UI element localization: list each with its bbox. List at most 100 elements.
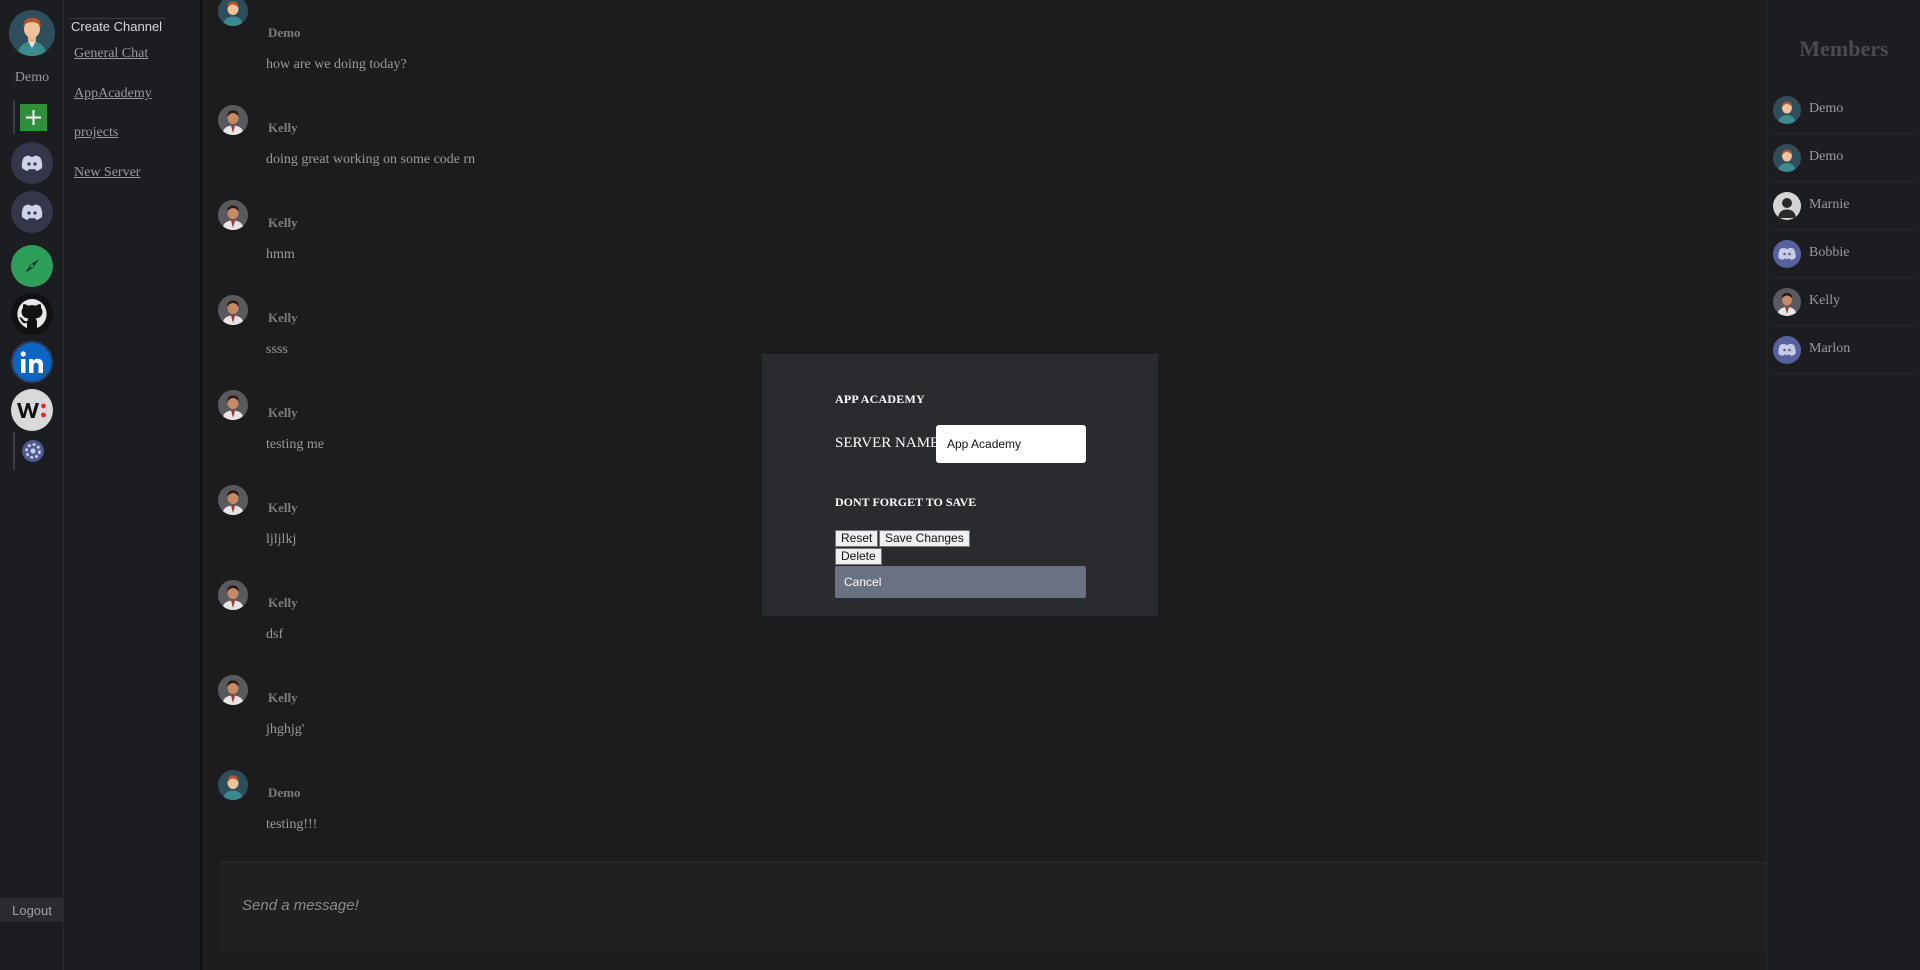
message-author: Demo (268, 25, 301, 40)
user-avatar-icon (9, 10, 55, 56)
avatar-discord-icon (1773, 240, 1801, 268)
message-author: Kelly (268, 215, 298, 230)
message-text: testing!!! (266, 817, 318, 832)
save-reminder: DONT FORGET TO SAVE (835, 495, 977, 509)
message-avatar[interactable] (218, 200, 248, 230)
channel-new-server[interactable]: New Server (74, 165, 140, 181)
member-item[interactable]: Marnie (1773, 184, 1915, 230)
message-avatar[interactable] (218, 485, 248, 515)
message-author: Kelly (268, 595, 298, 610)
message-author: Kelly (268, 120, 298, 135)
avatar-demo-icon (218, 770, 248, 800)
avatar-demo-icon (218, 0, 248, 26)
plus-icon (25, 109, 41, 125)
avatar-kelly-icon (218, 485, 248, 515)
reset-button[interactable]: Reset (835, 530, 879, 547)
add-server-button[interactable] (13, 100, 51, 134)
server-button-discord-2[interactable] (11, 191, 53, 233)
member-avatar (1773, 96, 1801, 124)
message-text: how are we doing today? (266, 57, 407, 72)
user-avatar[interactable] (9, 10, 55, 56)
member-name: Kelly (1809, 293, 1841, 308)
explore-button[interactable] (11, 245, 53, 287)
save-changes-button[interactable]: Save Changes (879, 530, 970, 547)
message-avatar[interactable] (218, 675, 248, 705)
member-name: Demo (1809, 149, 1844, 164)
message-avatar[interactable] (218, 0, 248, 26)
avatar-discord-icon (1773, 336, 1801, 364)
avatar-kelly-icon (218, 295, 248, 325)
avatar-kelly-icon (1773, 288, 1801, 316)
compass-icon (25, 259, 39, 273)
member-item[interactable]: Demo (1773, 88, 1915, 134)
message-text: testing me (266, 437, 324, 452)
wellfound-icon (17, 403, 46, 418)
settings-button[interactable] (13, 432, 51, 470)
message-avatar[interactable] (218, 580, 248, 610)
github-icon (11, 293, 53, 335)
channel-general-chat[interactable]: General Chat (74, 46, 148, 62)
server-rail: Demo Logout (0, 0, 64, 970)
channel-projects[interactable]: projects (74, 125, 118, 141)
member-avatar (1773, 192, 1801, 220)
github-link[interactable] (11, 293, 53, 335)
member-avatar (1773, 288, 1801, 316)
member-name: Demo (1809, 101, 1844, 116)
message-avatar[interactable] (218, 105, 248, 135)
member-avatar (1773, 144, 1801, 172)
member-avatar (1773, 336, 1801, 364)
message-text: dsf (266, 627, 284, 642)
server-name-input[interactable] (936, 425, 1086, 463)
member-item[interactable]: Demo (1773, 136, 1915, 182)
avatar-kelly-icon (218, 390, 248, 420)
message-text: jhghjg' (266, 722, 305, 737)
channel-list: Create Channel General Chat AppAcademy p… (64, 0, 202, 970)
avatar-kelly-icon (218, 105, 248, 135)
message-text: ljljlkj (266, 532, 297, 547)
modal-title: APP ACADEMY (835, 392, 925, 406)
avatar-demo-icon (1773, 96, 1801, 124)
member-item[interactable]: Marlon (1773, 328, 1915, 374)
message-author: Kelly (268, 500, 298, 515)
message-author: Kelly (268, 690, 298, 705)
logout-button[interactable]: Logout (0, 898, 64, 922)
cancel-button[interactable]: Cancel (835, 566, 1086, 598)
gear-icon (22, 440, 44, 462)
create-channel-button[interactable]: Create Channel (70, 18, 166, 36)
member-item[interactable]: Bobbie (1773, 232, 1915, 278)
linkedin-icon (20, 351, 43, 373)
message-avatar[interactable] (218, 390, 248, 420)
members-title: Members (1799, 36, 1889, 61)
member-name: Marlon (1809, 341, 1851, 356)
message-avatar[interactable] (218, 295, 248, 325)
message-composer (220, 862, 1768, 952)
server-button-discord-1[interactable] (11, 142, 53, 184)
avatar-demo-icon (1773, 144, 1801, 172)
avatar-kelly-icon (218, 200, 248, 230)
message-input[interactable] (242, 893, 842, 917)
message-author: Kelly (268, 310, 298, 325)
wellfound-link[interactable] (11, 389, 53, 431)
server-name-label: SERVER NAME (835, 435, 940, 451)
message-avatar[interactable] (218, 770, 248, 800)
user-name: Demo (14, 70, 50, 85)
channel-appacademy[interactable]: AppAcademy (74, 86, 152, 102)
avatar-kelly-icon (218, 675, 248, 705)
avatar-kelly-icon (218, 580, 248, 610)
message-text: ssss (266, 342, 288, 357)
member-name: Bobbie (1809, 245, 1850, 260)
member-item[interactable]: Kelly (1773, 280, 1915, 326)
member-avatar (1773, 240, 1801, 268)
edit-server-modal: APP ACADEMY SERVER NAME DONT FORGET TO S… (762, 354, 1158, 616)
linkedin-link[interactable] (11, 341, 53, 383)
message-text: doing great working on some code rn (266, 152, 476, 167)
message-author: Demo (268, 785, 301, 800)
message-text: hmm (266, 247, 295, 262)
members-panel: Members Demo Demo Marnie Bobbie Kelly Ma… (1766, 0, 1920, 970)
message-author: Kelly (268, 405, 298, 420)
discord-icon (21, 204, 43, 220)
avatar-default-user-icon (1773, 192, 1801, 220)
delete-button[interactable]: Delete (835, 548, 882, 565)
member-name: Marnie (1809, 197, 1850, 212)
discord-icon (21, 155, 43, 171)
